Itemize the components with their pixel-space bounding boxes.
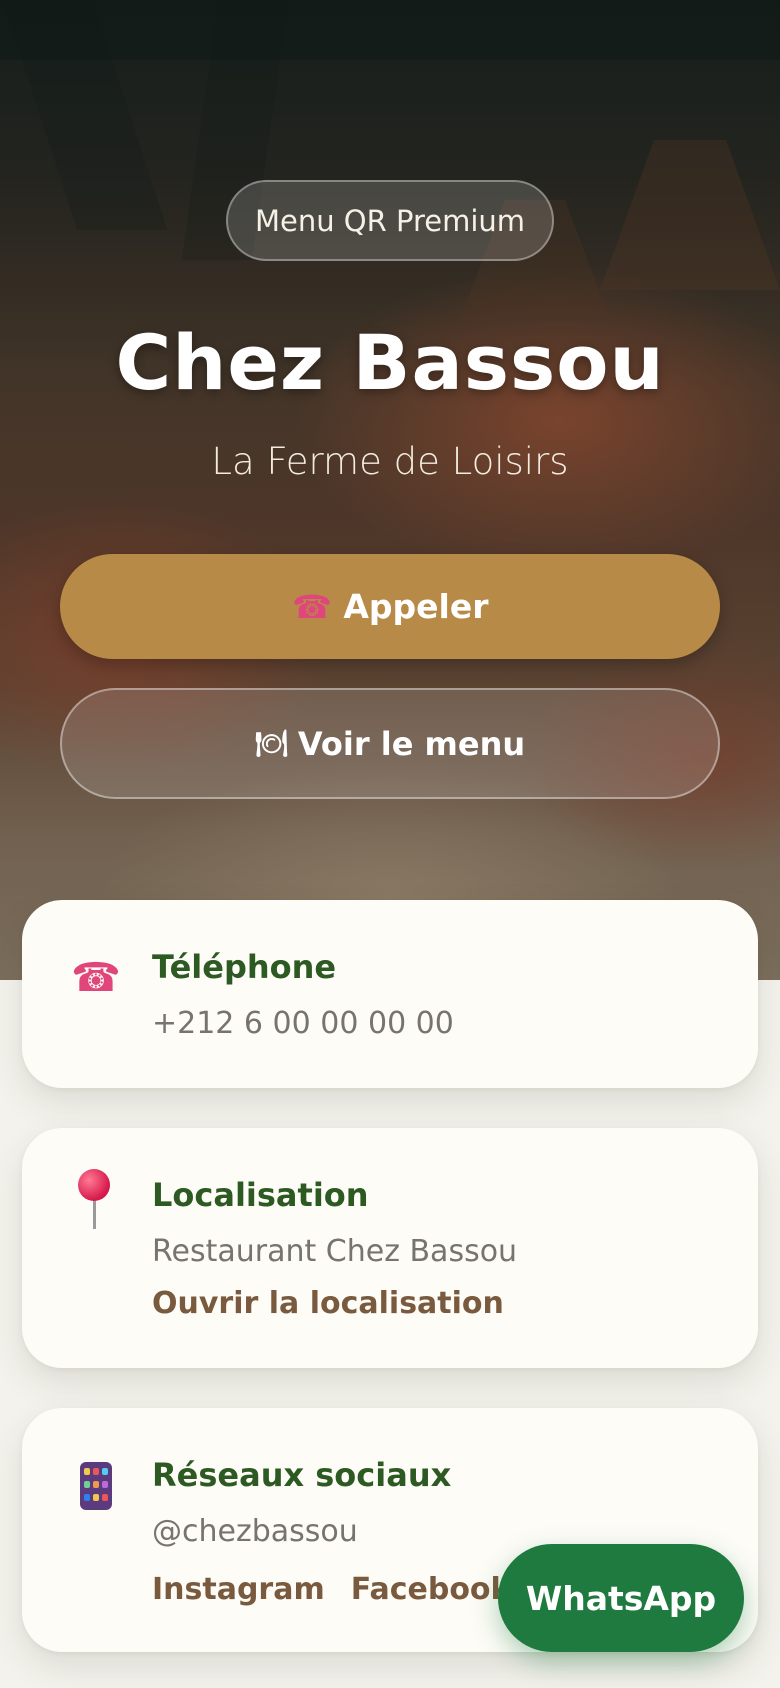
phone-value: +212 6 00 00 00 00 (152, 1006, 454, 1041)
call-button[interactable]: ☎ Appeler (60, 554, 720, 659)
restaurant-subtitle: La Ferme de Loisirs (211, 440, 569, 483)
facebook-link[interactable]: Facebook (351, 1572, 511, 1607)
social-links: Instagram Facebook (152, 1572, 511, 1607)
social-heading: Réseaux sociaux (152, 1456, 452, 1494)
whatsapp-button[interactable]: WhatsApp (498, 1544, 744, 1652)
open-location-link[interactable]: Ouvrir la localisation (152, 1286, 504, 1321)
instagram-link[interactable]: Instagram (152, 1572, 325, 1607)
location-heading: Localisation (152, 1176, 369, 1214)
mobile-phone-icon (70, 1460, 122, 1512)
social-handle: @chezbassou (152, 1514, 358, 1549)
fork-knife-plate-icon: 🍽 (254, 728, 288, 759)
telephone-receiver-icon: ☎ (291, 587, 332, 626)
view-menu-button[interactable]: 🍽 Voir le menu (60, 688, 720, 799)
hero-section: Menu QR Premium Chez Bassou La Ferme de … (0, 0, 780, 980)
hero-overlay (0, 0, 780, 980)
premium-badge: Menu QR Premium (226, 180, 554, 261)
round-pushpin-icon (70, 1169, 122, 1230)
restaurant-title: Chez Bassou (115, 318, 665, 407)
call-button-label: Appeler (343, 587, 489, 626)
view-menu-button-label: Voir le menu (297, 724, 526, 763)
telephone-receiver-icon: ☎ (71, 955, 121, 1001)
phone-card[interactable]: ☎ Téléphone +212 6 00 00 00 00 (22, 900, 758, 1088)
location-value: Restaurant Chez Bassou (152, 1234, 518, 1269)
location-card: Localisation Restaurant Chez Bassou Ouvr… (22, 1128, 758, 1368)
phone-heading: Téléphone (152, 948, 337, 986)
